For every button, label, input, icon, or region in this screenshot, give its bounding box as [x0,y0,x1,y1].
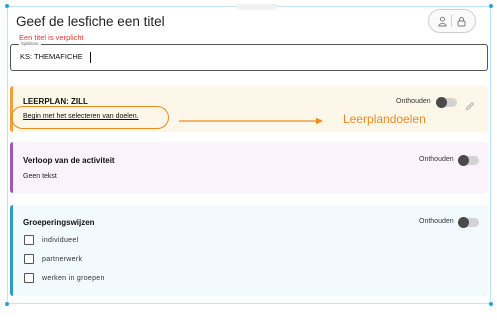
top-handle[interactable] [236,4,278,10]
groepering-card: Groeperingswijzen Onthouden individueel … [10,205,488,296]
template-field[interactable]: Sjabloon [10,41,488,71]
toggle-knob [458,217,469,228]
leerplan-remember-toggle[interactable] [436,97,457,108]
checkbox[interactable] [24,254,34,264]
checkbox-label: individueel [42,236,79,244]
pencil-icon[interactable] [465,98,475,116]
option-individueel[interactable]: individueel [24,235,78,245]
user-icon[interactable] [437,16,448,27]
verloop-title: Verloop van de activiteit [23,156,115,165]
groepering-remember-label: Onthouden [419,218,454,225]
text-caret [90,52,91,63]
checkbox[interactable] [24,273,34,283]
checkbox[interactable] [24,235,34,245]
icon-divider [451,15,453,27]
annotation-leerplandoelen: Leerplandoelen [343,112,426,126]
checkbox-label: partnerwerk [42,255,83,263]
option-werken-in-groepen[interactable]: werken in groepen [24,273,105,283]
groepering-remember-toggle[interactable] [458,217,479,228]
leerplan-card: LEERPLAN: ZILL Onthouden Begin met het s… [10,86,488,132]
leerplan-remember-label: Onthouden [396,98,431,105]
toggle-knob [436,97,447,108]
verloop-remember-toggle[interactable] [458,155,479,166]
resize-handle-bottom-right[interactable] [489,302,493,306]
toggle-knob [458,155,469,166]
verloop-empty-text: Geen tekst [23,173,57,180]
groepering-title: Groeperingswijzen [23,218,95,227]
option-partnerwerk[interactable]: partnerwerk [24,254,82,264]
resize-handle-bottom-left[interactable] [5,302,9,306]
select-goals-link[interactable]: Begin met het selecteren van doelen. [23,113,139,120]
template-field-label: Sjabloon [19,41,41,47]
verloop-card: Verloop van de activiteit Onthouden Geen… [10,142,488,193]
template-input[interactable] [20,52,460,61]
access-toggle-group[interactable] [428,9,476,33]
page-title: Geef de lesfiche een titel [16,14,165,29]
resize-handle-top-left[interactable] [5,4,9,8]
lock-icon[interactable] [456,16,467,27]
arrow-right-icon [179,112,324,130]
verloop-remember-label: Onthouden [419,156,454,163]
checkbox-label: werken in groepen [42,274,105,282]
resize-handle-top-right[interactable] [489,4,493,8]
leerplan-title: LEERPLAN: ZILL [23,97,88,106]
